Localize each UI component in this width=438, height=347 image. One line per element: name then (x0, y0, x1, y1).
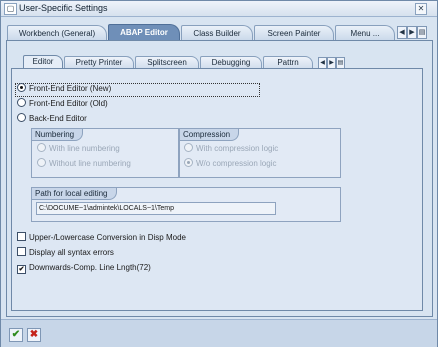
checkbox-label: Display all syntax errors (29, 248, 114, 257)
tab-next-button[interactable]: ▶ (407, 26, 417, 39)
confirm-button[interactable]: ✔ (9, 328, 23, 342)
checkbox-line-length[interactable]: ✔ Downwards-Comp. Line Lngth(72) (17, 262, 151, 274)
radio-with-compression[interactable]: With compression logic (184, 143, 278, 155)
compression-group-title: Compression (180, 129, 240, 141)
tab-list-button[interactable]: ▤ (417, 26, 427, 39)
radio-with-line-numbering[interactable]: With line numbering (37, 143, 120, 155)
radio-label: With line numbering (49, 144, 120, 153)
radio-label: Without line numbering (49, 159, 131, 168)
action-bar: ✔ ✖ (1, 319, 437, 347)
tab-abap-editor[interactable]: ABAP Editor (108, 24, 180, 41)
tab-prev-button[interactable]: ◀ (397, 26, 407, 39)
tab-menu[interactable]: Menu ... (335, 25, 395, 41)
checkbox-box[interactable] (17, 232, 26, 241)
checkbox-label: Downwards-Comp. Line Lngth(72) (29, 263, 151, 272)
radio-indicator[interactable] (37, 158, 46, 167)
numbering-group-title: Numbering (32, 129, 84, 141)
radio-indicator[interactable] (17, 98, 26, 107)
tab-screen-painter[interactable]: Screen Painter (254, 25, 334, 41)
radio-indicator[interactable] (37, 143, 46, 152)
radio-indicator[interactable] (184, 158, 193, 167)
checkbox-syntax-errors[interactable]: Display all syntax errors (17, 247, 114, 259)
radio-label: With compression logic (196, 144, 279, 153)
title-bar: ▢ User-Specific Settings ✕ (1, 1, 437, 17)
radio-indicator[interactable] (17, 113, 26, 122)
cancel-button[interactable]: ✖ (27, 328, 41, 342)
checkbox-box[interactable] (17, 247, 26, 256)
local-path-group-title: Path for local editing (32, 188, 117, 200)
radio-label: W/o compression logic (196, 159, 277, 168)
checkbox-box[interactable]: ✔ (17, 265, 26, 274)
window-icon: ▢ (4, 3, 17, 15)
tab-class-builder[interactable]: Class Builder (181, 25, 253, 41)
radio-front-end-new[interactable]: Front-End Editor (New) (17, 83, 111, 95)
radio-back-end[interactable]: Back-End Editor (17, 113, 87, 125)
radio-without-compression[interactable]: W/o compression logic (184, 158, 276, 170)
radio-indicator[interactable] (184, 143, 193, 152)
radio-without-line-numbering[interactable]: Without line numbering (37, 158, 131, 170)
close-button[interactable]: ✕ (415, 3, 427, 15)
radio-label: Front-End Editor (Old) (29, 99, 108, 108)
settings-dialog: ▢ User-Specific Settings ✕ Workbench (Ge… (0, 0, 438, 347)
local-path-input[interactable]: C:\DOCUME~1\admintek\LOCALS~1\Temp (36, 202, 276, 215)
window-title: User-Specific Settings (19, 3, 108, 13)
radio-front-end-old[interactable]: Front-End Editor (Old) (17, 98, 108, 110)
radio-label: Front-End Editor (New) (29, 84, 112, 93)
tab-workbench-general[interactable]: Workbench (General) (7, 25, 107, 41)
radio-label: Back-End Editor (29, 114, 87, 123)
checkbox-case-conversion[interactable]: Upper-/Lowercase Conversion in Disp Mode (17, 232, 186, 244)
checkbox-label: Upper-/Lowercase Conversion in Disp Mode (29, 233, 186, 242)
radio-indicator[interactable] (17, 83, 26, 92)
